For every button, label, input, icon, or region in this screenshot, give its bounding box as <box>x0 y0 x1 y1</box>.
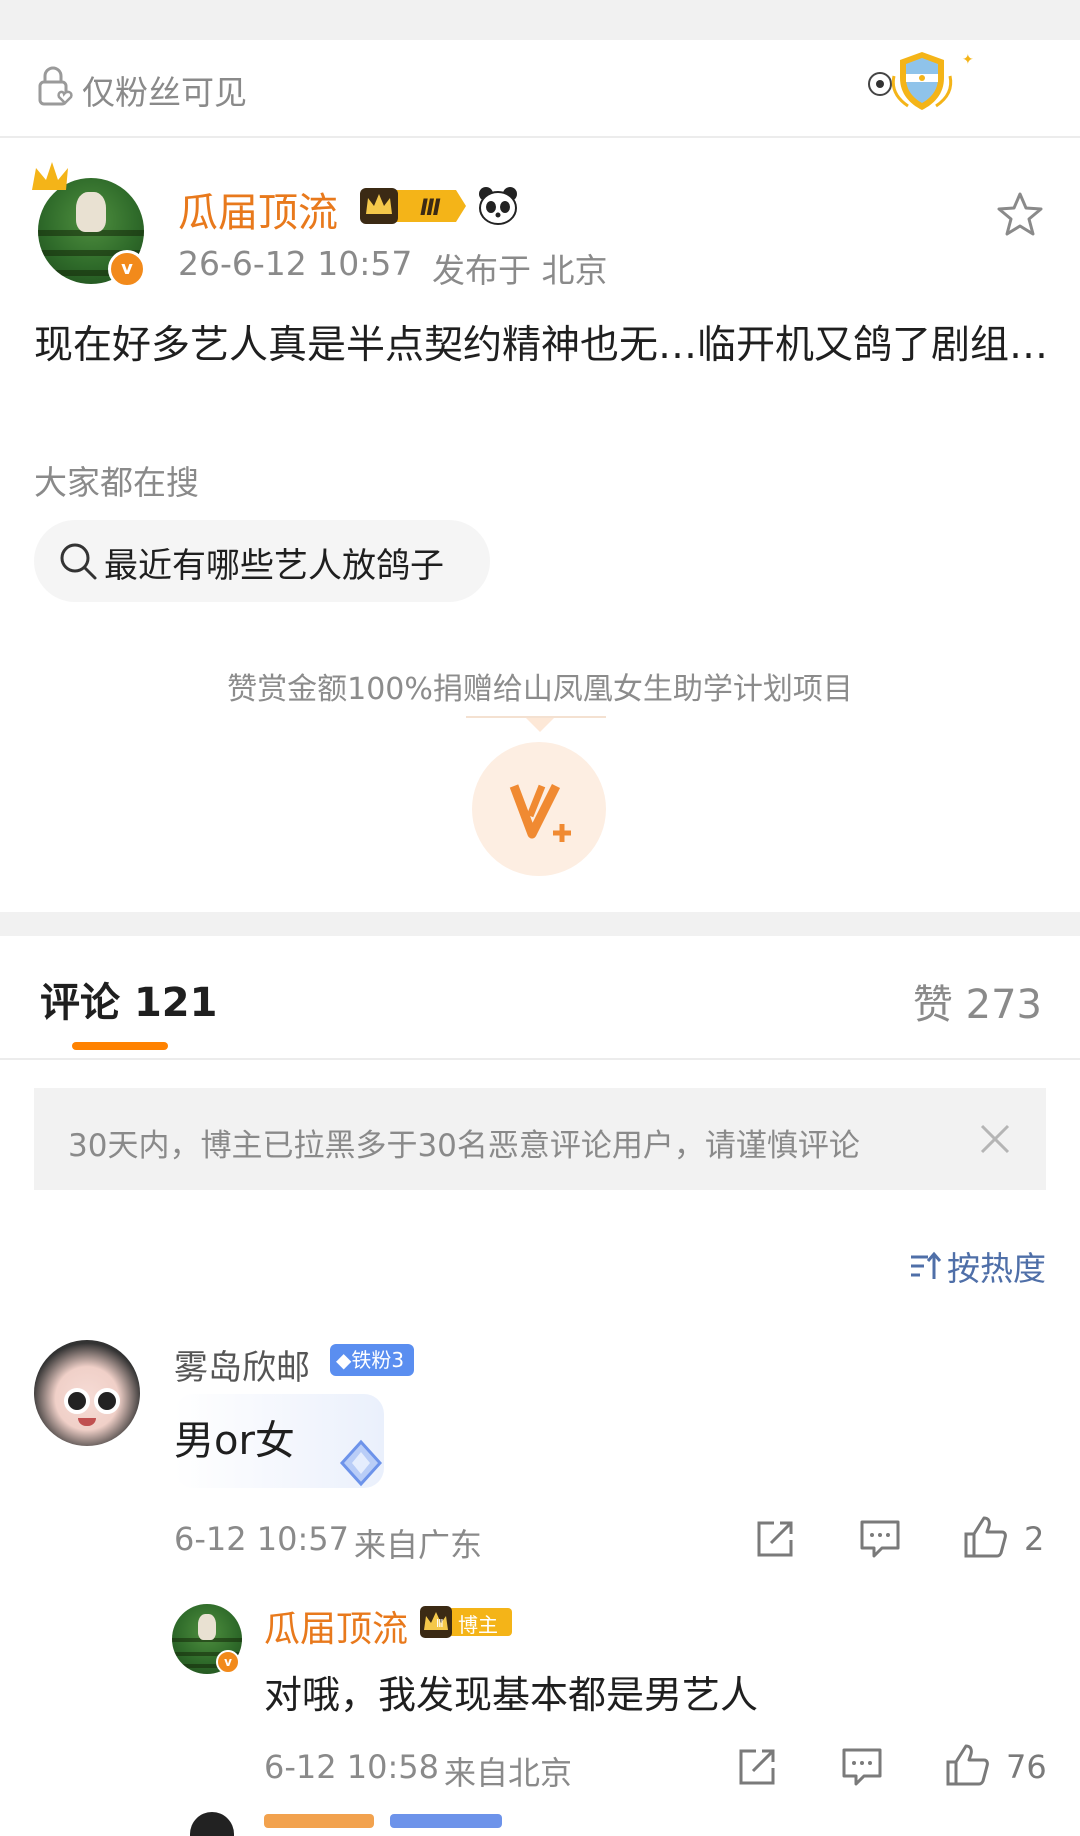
blogger-badge-label: 博主 <box>458 1613 498 1637</box>
reply-verified-icon: v <box>216 1650 240 1674</box>
post-content: 现在好多艺人真是半点契约精神也无…临开机又鸽了剧组… <box>34 323 1049 368</box>
author-name[interactable]: 瓜届顶流 <box>178 180 338 238</box>
sort-icon <box>908 1249 942 1283</box>
post-location: 发布于 北京 <box>432 251 608 290</box>
reward-pointer <box>526 718 554 732</box>
reply-author-name[interactable]: 瓜届顶流 <box>264 1600 408 1652</box>
search-chip-label: 最近有哪些艺人放鸽子 <box>104 546 444 586</box>
reply-from: 来自北京 <box>444 1754 573 1792</box>
comment-from: 来自广东 <box>354 1526 483 1564</box>
tab-comments-count: 121 <box>133 980 218 1026</box>
post-timestamp: 26-6-12 10:57 <box>178 244 413 283</box>
tabs-divider <box>0 1058 1080 1060</box>
argentina-shield-badge: ✦ <box>862 46 982 118</box>
comment-time: 6-12 10:57 <box>174 1520 350 1558</box>
sort-label: 按热度 <box>947 1249 1046 1288</box>
tab-comments-label: 评论 <box>40 980 120 1026</box>
section-gap <box>0 912 1080 936</box>
verified-v-icon: v <box>108 250 146 288</box>
reply-like-count: 76 <box>1006 1748 1047 1786</box>
notice-text: 30天内，博主已拉黑多于30名恶意评论用户，请谨慎评论 <box>68 1128 860 1164</box>
reply-like-thumb-icon[interactable] <box>944 1742 990 1788</box>
fan-badge: ◆铁粉3 <box>330 1344 415 1376</box>
reward-button[interactable] <box>472 742 606 876</box>
crown-icon <box>28 158 72 198</box>
reply-time: 6-12 10:58 <box>264 1748 440 1786</box>
search-icon <box>58 541 98 581</box>
blogger-badge-level: Ⅲ <box>436 1617 444 1630</box>
commenter-avatar[interactable] <box>34 1340 140 1446</box>
section-divider <box>0 136 1080 138</box>
tab-underline <box>72 1042 168 1050</box>
tab-likes-count: 273 <box>965 982 1042 1028</box>
top-gap <box>0 0 1080 40</box>
visibility-label: 仅粉丝可见 <box>82 73 247 112</box>
vip-level-text: Ⅲ <box>420 196 441 221</box>
lock-heart-icon <box>36 64 76 108</box>
next-comment-avatar[interactable] <box>190 1812 234 1836</box>
share-icon[interactable] <box>754 1518 796 1560</box>
commenter-name[interactable]: 雾岛欣邮 <box>174 1340 310 1389</box>
next-comment-name[interactable] <box>264 1814 374 1828</box>
reward-text: 赞赏金额100%捐赠给山凤凰女生助学计划项目 <box>227 672 853 707</box>
comment-text: 男or女 <box>174 1418 295 1464</box>
panda-icon <box>476 186 520 226</box>
diamond-icon: ◆ <box>336 1348 352 1372</box>
hot-search-label: 大家都在搜 <box>34 463 199 502</box>
next-comment-badge <box>390 1814 502 1828</box>
reward-v-plus-icon <box>509 783 571 842</box>
favorite-star-icon[interactable] <box>996 190 1044 238</box>
close-icon[interactable] <box>978 1122 1012 1156</box>
reply-share-icon[interactable] <box>736 1746 778 1788</box>
like-thumb-icon[interactable] <box>962 1514 1008 1560</box>
diamond-decoration-icon <box>334 1436 388 1490</box>
blacklist-notice: 30天内，博主已拉黑多于30名恶意评论用户，请谨慎评论 <box>34 1088 1046 1190</box>
tab-likes[interactable]: 赞 273 <box>913 972 1042 1030</box>
reply-comment-icon-2[interactable] <box>840 1746 884 1788</box>
blogger-badge: Ⅲ 博主 <box>418 1604 514 1640</box>
tab-likes-label: 赞 <box>912 982 953 1028</box>
like-count: 2 <box>1024 1520 1045 1558</box>
reply-comment-icon[interactable] <box>858 1518 902 1560</box>
fan-badge-label: 铁粉3 <box>351 1348 405 1372</box>
tab-comments[interactable]: 评论 121 <box>40 970 217 1028</box>
vip-level-badge: Ⅲ <box>358 184 470 228</box>
reply-text: 对哦，我发现基本都是男艺人 <box>264 1673 759 1717</box>
search-chip[interactable]: 最近有哪些艺人放鸽子 <box>34 520 490 602</box>
svg-text:✦: ✦ <box>962 52 974 68</box>
sort-button[interactable]: 按热度 <box>908 1242 1046 1288</box>
